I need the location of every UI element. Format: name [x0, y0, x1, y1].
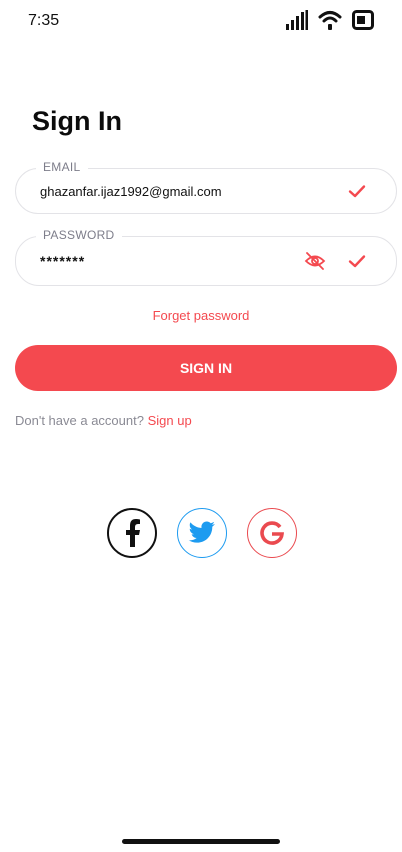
twitter-icon: [188, 521, 215, 543]
eye-slash-icon[interactable]: [304, 251, 326, 271]
sign-in-button[interactable]: SIGN IN: [15, 345, 397, 391]
status-bar: 7:35: [0, 0, 402, 44]
email-field[interactable]: EMAIL ghazanfar.ijaz1992@gmail.com: [15, 160, 397, 214]
wifi-icon: [318, 11, 342, 30]
password-value[interactable]: *******: [40, 237, 85, 285]
facebook-button[interactable]: [107, 508, 157, 558]
check-icon: [348, 185, 366, 198]
check-icon: [348, 255, 366, 268]
signup-prompt-text: Don't have a account?: [15, 413, 144, 428]
email-value[interactable]: ghazanfar.ijaz1992@gmail.com: [40, 169, 222, 213]
status-icons: [286, 10, 374, 30]
signup-prompt: Don't have a account? Sign up: [15, 413, 192, 428]
sign-up-link[interactable]: Sign up: [148, 413, 192, 428]
google-button[interactable]: [247, 508, 297, 558]
battery-icon: [352, 10, 374, 30]
cellular-signal-icon: [286, 10, 308, 30]
forget-password-link[interactable]: Forget password: [0, 308, 402, 323]
page-title: Sign In: [32, 106, 122, 136]
facebook-icon: [126, 519, 140, 547]
home-indicator: [122, 839, 280, 844]
twitter-button[interactable]: [177, 508, 227, 558]
status-time: 7:35: [28, 12, 60, 29]
google-icon: [260, 521, 284, 545]
password-field[interactable]: PASSWORD *******: [15, 228, 397, 286]
